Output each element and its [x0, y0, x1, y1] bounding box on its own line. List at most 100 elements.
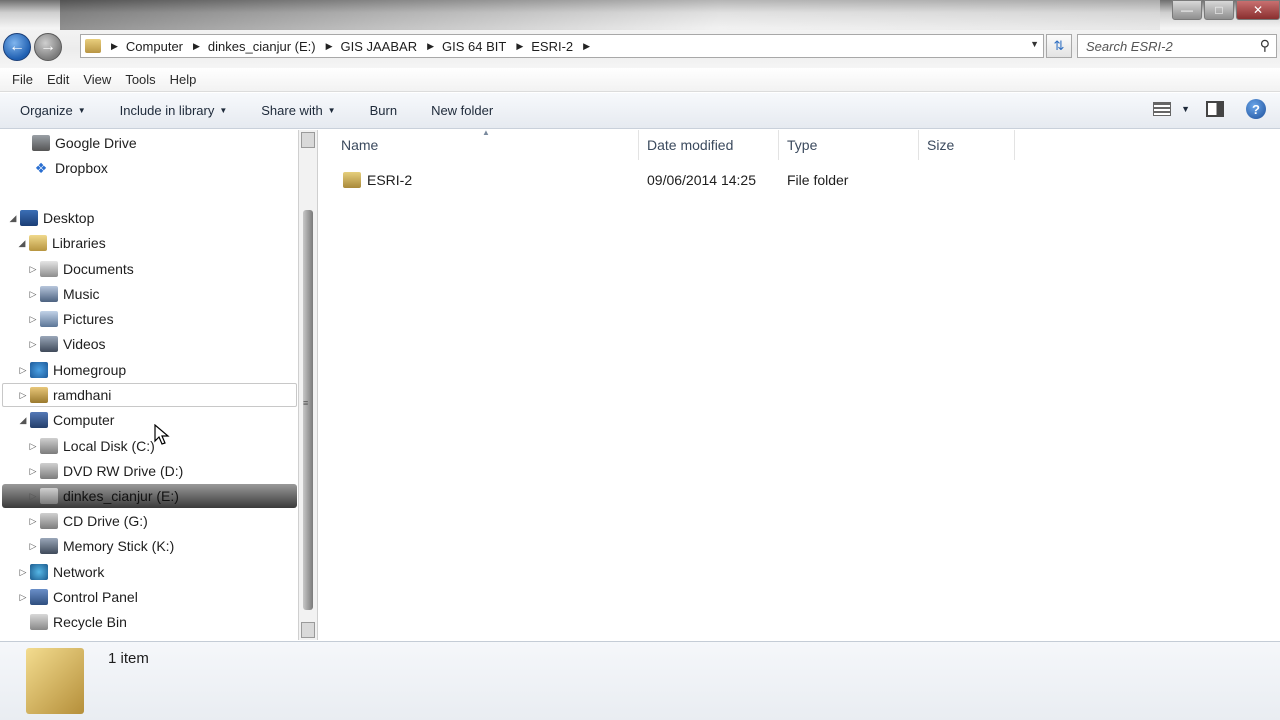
nav-item-label: Computer — [53, 412, 115, 428]
minimize-button[interactable]: — — [1172, 0, 1202, 20]
nav-item-documents[interactable]: ▷ Documents — [28, 258, 134, 280]
collapsed-arrow-icon[interactable]: ▷ — [18, 592, 28, 603]
nav-item-dropbox[interactable]: ❖ Dropbox — [20, 157, 108, 179]
nav-item-desktop[interactable]: ◢ Desktop — [8, 207, 94, 229]
collapsed-arrow-icon[interactable]: ▷ — [28, 541, 38, 552]
nav-item-ramdhani[interactable]: ▷ ramdhani — [18, 384, 111, 406]
maximize-button[interactable]: □ — [1204, 0, 1234, 20]
desktop-icon — [20, 210, 38, 226]
nav-item-control-panel[interactable]: ▷ Control Panel — [18, 586, 138, 608]
title-bar-glass — [60, 0, 1160, 30]
breadcrumb-esri-2[interactable]: ESRI-2 — [531, 39, 573, 54]
details-pane: 1 item — [0, 641, 1280, 720]
column-header-date-modified[interactable]: Date modified — [639, 130, 779, 160]
nav-item-dinkes-cianjur-e[interactable]: ▷ dinkes_cianjur (E:) — [28, 485, 179, 507]
nav-item-network[interactable]: ▷ Network — [18, 561, 104, 583]
breadcrumb-computer[interactable]: Computer — [126, 39, 183, 54]
address-bar[interactable]: ▶ Computer ▶ dinkes_cianjur (E:) ▶ GIS J… — [80, 34, 1044, 58]
nav-item-label: Google Drive — [55, 135, 137, 151]
expanded-arrow-icon[interactable]: ◢ — [18, 415, 28, 426]
nav-item-label: Memory Stick (K:) — [63, 538, 175, 554]
chevron-right-icon[interactable]: ▶ — [326, 41, 333, 52]
chevron-right-icon[interactable]: ▶ — [516, 41, 523, 52]
collapsed-arrow-icon[interactable]: ▷ — [28, 491, 38, 502]
collapsed-arrow-icon[interactable]: ▷ — [28, 314, 38, 325]
collapsed-arrow-icon[interactable]: ▷ — [28, 441, 38, 452]
nav-item-label: Pictures — [63, 311, 114, 327]
user-folder-icon — [30, 387, 48, 403]
burn-button[interactable]: Burn — [370, 103, 397, 118]
window-controls: — □ ✕ — [1170, 0, 1280, 22]
nav-item-videos[interactable]: ▷ Videos — [28, 333, 106, 355]
splitter-grip-icon[interactable]: ≡ — [303, 398, 308, 408]
nav-item-dvd-rw-d[interactable]: ▷ DVD RW Drive (D:) — [28, 460, 183, 482]
computer-icon — [30, 412, 48, 428]
chevron-right-icon[interactable]: ▶ — [427, 41, 434, 52]
back-button[interactable]: ← — [3, 33, 31, 61]
nav-item-local-disk-c[interactable]: ▷ Local Disk (C:) — [28, 435, 155, 457]
expanded-arrow-icon[interactable]: ◢ — [17, 238, 27, 249]
preview-pane-icon[interactable] — [1206, 101, 1224, 117]
search-input[interactable]: Search ESRI-2 ⚲ — [1077, 34, 1277, 58]
refresh-button[interactable]: ⇅ — [1046, 34, 1072, 58]
menu-view[interactable]: View — [83, 72, 111, 87]
chevron-right-icon[interactable]: ▶ — [583, 41, 590, 52]
breadcrumb-gis-jaabar[interactable]: GIS JAABAR — [341, 39, 418, 54]
menu-file[interactable]: File — [12, 72, 33, 87]
share-with-button[interactable]: Share with ▼ — [261, 103, 335, 118]
collapsed-arrow-icon[interactable]: ▷ — [18, 567, 28, 578]
dvd-drive-icon — [40, 463, 58, 479]
scroll-up-button[interactable] — [301, 132, 315, 148]
collapsed-arrow-icon[interactable]: ▷ — [18, 390, 28, 401]
nav-item-computer[interactable]: ◢ Computer — [18, 409, 114, 431]
scrollbar-thumb[interactable] — [303, 210, 313, 610]
include-in-library-label: Include in library — [119, 103, 215, 118]
forward-button[interactable]: → — [34, 33, 62, 61]
new-folder-button[interactable]: New folder — [431, 103, 493, 118]
organize-button[interactable]: Organize ▼ — [20, 103, 86, 118]
chevron-down-icon[interactable]: ▼ — [1181, 104, 1190, 114]
breadcrumb-drive[interactable]: dinkes_cianjur (E:) — [208, 39, 316, 54]
folder-icon — [343, 172, 361, 188]
nav-item-memory-stick-k[interactable]: ▷ Memory Stick (K:) — [28, 535, 174, 557]
nav-item-pictures[interactable]: ▷ Pictures — [28, 308, 114, 330]
nav-item-cd-drive-g[interactable]: ▷ CD Drive (G:) — [28, 510, 148, 532]
close-button[interactable]: ✕ — [1236, 0, 1280, 20]
column-header-size[interactable]: Size — [919, 130, 1015, 160]
navigation-scrollbar[interactable]: ≡ — [298, 130, 318, 640]
collapsed-arrow-icon[interactable]: ▷ — [28, 466, 38, 477]
nav-item-libraries[interactable]: ◢ Libraries — [17, 232, 106, 254]
collapsed-arrow-icon[interactable]: ▷ — [28, 516, 38, 527]
menu-tools[interactable]: Tools — [125, 72, 155, 87]
file-name: ESRI-2 — [367, 172, 413, 188]
nav-item-music[interactable]: ▷ Music — [28, 283, 100, 305]
chevron-down-icon[interactable]: ▼ — [1030, 39, 1039, 49]
chevron-down-icon: ▼ — [219, 106, 228, 115]
column-header-type[interactable]: Type — [779, 130, 919, 160]
column-header-name[interactable]: Name — [319, 130, 639, 160]
search-icon[interactable]: ⚲ — [1260, 37, 1270, 54]
control-panel-icon — [30, 589, 48, 605]
nav-item-recycle-bin[interactable]: Recycle Bin — [18, 611, 127, 633]
menu-edit[interactable]: Edit — [47, 72, 69, 87]
menu-help[interactable]: Help — [170, 72, 197, 87]
item-count: 1 item — [108, 650, 149, 667]
chevron-right-icon[interactable]: ▶ — [193, 41, 200, 52]
expanded-arrow-icon[interactable]: ◢ — [8, 213, 18, 224]
scroll-down-button[interactable] — [301, 622, 315, 638]
breadcrumb-gis-64-bit[interactable]: GIS 64 BIT — [442, 39, 506, 54]
collapsed-arrow-icon[interactable]: ▷ — [18, 365, 28, 376]
help-icon[interactable]: ? — [1246, 99, 1266, 119]
command-bar: Organize ▼ Include in library ▼ Share with… — [0, 93, 1280, 129]
nav-item-google-drive[interactable]: Google Drive — [20, 132, 137, 154]
chevron-right-icon[interactable]: ▶ — [111, 41, 118, 52]
collapsed-arrow-icon[interactable]: ▷ — [28, 289, 38, 300]
table-row[interactable]: ESRI-2 09/06/2014 14:25 File folder — [319, 168, 1039, 192]
nav-item-homegroup[interactable]: ▷ Homegroup — [18, 359, 126, 381]
collapsed-arrow-icon[interactable]: ▷ — [28, 264, 38, 275]
collapsed-arrow-icon[interactable]: ▷ — [28, 339, 38, 350]
recycle-bin-icon — [30, 614, 48, 630]
include-in-library-button[interactable]: Include in library ▼ — [120, 103, 228, 118]
back-arrow-icon: ← — [9, 38, 25, 55]
details-view-icon[interactable] — [1153, 102, 1172, 116]
